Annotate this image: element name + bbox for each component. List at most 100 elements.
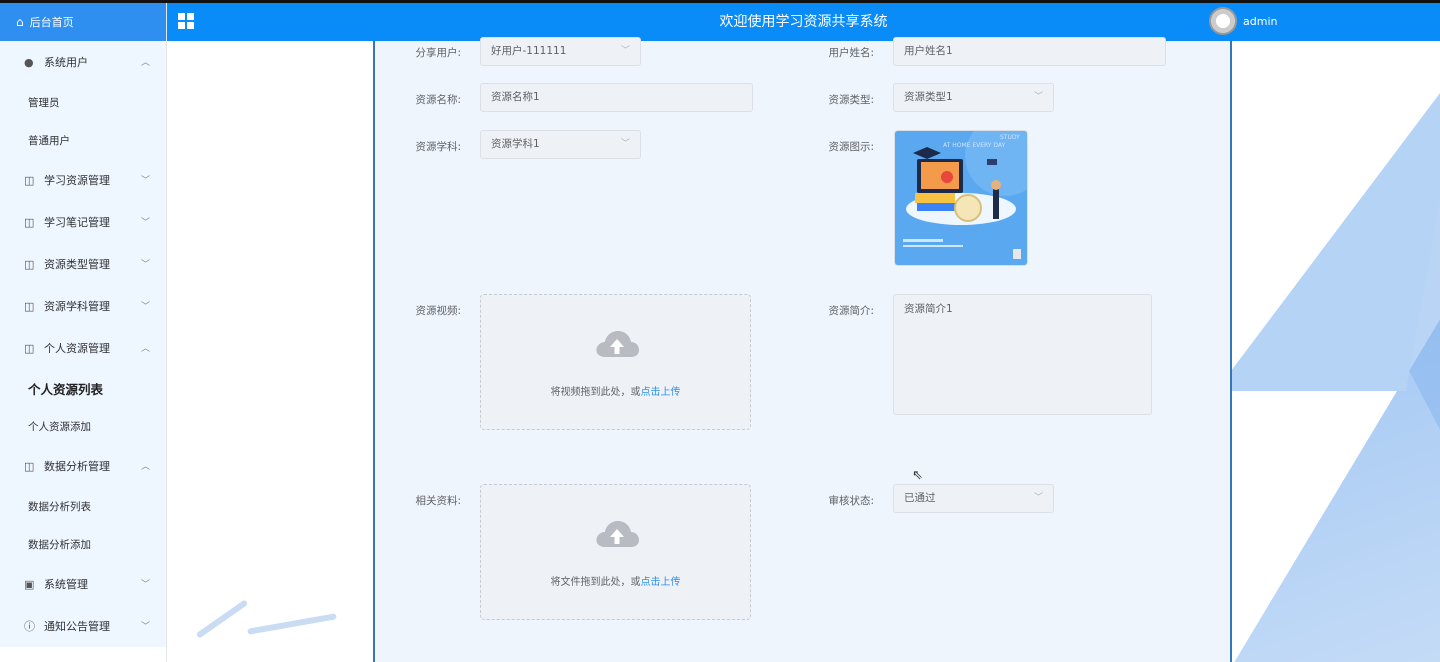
folder-icon: ◫ bbox=[24, 459, 35, 473]
user-name-input[interactable]: 用户姓名1 bbox=[893, 37, 1166, 66]
share-user-value: 好用户-111111 bbox=[491, 45, 567, 57]
study-illustration: STUDY AT HOME EVERY DAY bbox=[895, 131, 1027, 265]
sidebar-home-label: 后台首页 bbox=[29, 16, 74, 29]
background-stroke bbox=[195, 599, 249, 639]
sidebar-group-label: 通知公告管理 bbox=[44, 620, 110, 633]
video-upload-text: 将视频拖到此处，或点击上传 bbox=[481, 383, 750, 398]
image-text-line1: STUDY bbox=[1000, 134, 1020, 141]
file-upload-link[interactable]: 点击上传 bbox=[641, 577, 681, 588]
sidebar-item-personal-resource-list[interactable]: 个人资源列表 bbox=[0, 369, 166, 407]
sidebar-group-label: 系统用户 bbox=[44, 56, 88, 69]
folder-icon: ◫ bbox=[24, 257, 35, 271]
resource-type-select[interactable]: 资源类型1 ﹀ bbox=[893, 83, 1054, 112]
resource-intro-label: 资源简介: bbox=[828, 305, 874, 317]
sidebar-group-personal-resources[interactable]: ◫ 个人资源管理 ︿ bbox=[0, 327, 166, 369]
upload-hint: 将视频拖到此处，或 bbox=[550, 387, 641, 398]
sidebar-item-data-analysis-add[interactable]: 数据分析添加 bbox=[0, 525, 166, 563]
file-upload-text: 将文件拖到此处，或点击上传 bbox=[481, 573, 750, 588]
folder-icon: ◫ bbox=[24, 299, 35, 313]
chevron-down-icon: ﹀ bbox=[140, 302, 150, 312]
sidebar-item-normal-user[interactable]: 普通用户 bbox=[0, 121, 166, 159]
resource-subject-label: 资源学科: bbox=[415, 141, 461, 153]
resource-name-input[interactable]: 资源名称1 bbox=[480, 83, 753, 112]
sidebar-item-label: 数据分析列表 bbox=[28, 500, 91, 513]
sidebar: ⌂ 后台首页 ● 系统用户 ︿ 管理员 普通用户 ◫ 学习资源管理 ﹀ ◫ 学习… bbox=[0, 3, 167, 662]
picture-icon: ▣ bbox=[24, 577, 35, 591]
sidebar-group-data-analysis[interactable]: ◫ 数据分析管理 ︿ bbox=[0, 445, 166, 487]
related-material-label: 相关资料: bbox=[415, 495, 461, 507]
sidebar-item-label: 个人资源列表 bbox=[28, 381, 104, 397]
sidebar-group-learning-notes[interactable]: ◫ 学习笔记管理 ﹀ bbox=[0, 201, 166, 243]
upload-cloud-icon bbox=[596, 521, 639, 547]
video-upload-dropzone[interactable]: 将视频拖到此处，或点击上传 bbox=[480, 294, 751, 430]
background-decoration bbox=[1215, 61, 1440, 391]
user-icon: ● bbox=[24, 55, 34, 69]
folder-icon: ◫ bbox=[24, 173, 35, 187]
share-user-select[interactable]: 好用户-111111 ﹀ bbox=[480, 37, 641, 66]
mouse-cursor-icon: ⇖ bbox=[912, 468, 923, 483]
user-name-value: 用户姓名1 bbox=[904, 45, 953, 57]
chevron-up-icon: ︿ bbox=[140, 462, 150, 472]
file-upload-dropzone[interactable]: 将文件拖到此处，或点击上传 bbox=[480, 484, 751, 620]
resource-subject-select[interactable]: 资源学科1 ﹀ bbox=[480, 130, 641, 159]
sidebar-group-label: 个人资源管理 bbox=[44, 342, 110, 355]
resource-type-label: 资源类型: bbox=[828, 94, 874, 106]
chevron-up-icon: ︿ bbox=[140, 344, 150, 354]
upload-hint: 将文件拖到此处，或 bbox=[550, 577, 641, 588]
chevron-down-icon: ﹀ bbox=[1033, 493, 1043, 503]
resource-intro-value: 资源简介1 bbox=[904, 303, 953, 315]
chevron-down-icon: ﹀ bbox=[140, 580, 150, 590]
background-stroke bbox=[247, 613, 337, 635]
resource-image-thumbnail[interactable]: STUDY AT HOME EVERY DAY bbox=[894, 130, 1028, 266]
sidebar-item-label: 个人资源添加 bbox=[28, 420, 91, 433]
chevron-down-icon: ﹀ bbox=[140, 218, 150, 228]
sidebar-group-label: 学习笔记管理 bbox=[44, 216, 110, 229]
user-name[interactable]: admin bbox=[1243, 3, 1277, 41]
sidebar-group-resource-subjects[interactable]: ◫ 资源学科管理 ﹀ bbox=[0, 285, 166, 327]
resource-name-label: 资源名称: bbox=[415, 94, 461, 106]
image-text-line2: AT HOME EVERY DAY bbox=[943, 142, 1006, 149]
resource-image-label: 资源图示: bbox=[828, 141, 874, 153]
edit-form-panel: 分享用户: 好用户-111111 ﹀ 用户姓名: 用户姓名1 资源名称: 资源名… bbox=[373, 37, 1232, 662]
chevron-down-icon: ﹀ bbox=[140, 260, 150, 270]
sidebar-item-admin[interactable]: 管理员 bbox=[0, 83, 166, 121]
sidebar-group-system-management[interactable]: ▣ 系统管理 ﹀ bbox=[0, 563, 166, 605]
sidebar-item-label: 管理员 bbox=[28, 96, 60, 109]
sidebar-group-label: 资源学科管理 bbox=[44, 300, 110, 313]
share-user-label: 分享用户: bbox=[415, 47, 461, 59]
sidebar-item-label: 数据分析添加 bbox=[28, 538, 91, 551]
video-upload-link[interactable]: 点击上传 bbox=[641, 387, 681, 398]
avatar[interactable] bbox=[1209, 7, 1237, 35]
audit-status-value: 已通过 bbox=[904, 492, 936, 504]
resource-intro-textarea[interactable]: 资源简介1 bbox=[893, 294, 1152, 415]
resource-name-value: 资源名称1 bbox=[491, 91, 540, 103]
resource-subject-value: 资源学科1 bbox=[491, 138, 540, 150]
sidebar-item-personal-resource-add[interactable]: 个人资源添加 bbox=[0, 407, 166, 445]
chevron-up-icon: ︿ bbox=[140, 58, 150, 68]
chevron-down-icon: ﹀ bbox=[140, 176, 150, 186]
folder-icon: ◫ bbox=[24, 215, 35, 229]
resource-type-value: 资源类型1 bbox=[904, 91, 953, 103]
audit-status-select[interactable]: 已通过 ﹀ bbox=[893, 484, 1054, 513]
user-name-label: 用户姓名: bbox=[828, 47, 874, 59]
resource-video-label: 资源视频: bbox=[415, 305, 461, 317]
sidebar-group-label: 系统管理 bbox=[44, 578, 88, 591]
chevron-down-icon: ﹀ bbox=[140, 622, 150, 632]
sidebar-item-home[interactable]: ⌂ 后台首页 bbox=[0, 3, 166, 41]
sidebar-item-label: 普通用户 bbox=[28, 134, 70, 147]
folder-icon: ◫ bbox=[24, 341, 35, 355]
upload-cloud-icon bbox=[596, 331, 639, 357]
audit-status-label: 审核状态: bbox=[828, 495, 874, 507]
sidebar-group-label: 资源类型管理 bbox=[44, 258, 110, 271]
sidebar-group-label: 学习资源管理 bbox=[44, 174, 110, 187]
sidebar-group-learning-resources[interactable]: ◫ 学习资源管理 ﹀ bbox=[0, 159, 166, 201]
chevron-down-icon: ﹀ bbox=[1033, 92, 1043, 102]
sidebar-item-data-analysis-list[interactable]: 数据分析列表 bbox=[0, 487, 166, 525]
sidebar-group-system-users[interactable]: ● 系统用户 ︿ bbox=[0, 41, 166, 83]
info-icon: ⓘ bbox=[24, 620, 35, 633]
chevron-down-icon: ﹀ bbox=[620, 139, 630, 149]
sidebar-group-resource-types[interactable]: ◫ 资源类型管理 ﹀ bbox=[0, 243, 166, 285]
chevron-down-icon: ﹀ bbox=[620, 46, 630, 56]
sidebar-group-notices[interactable]: ⓘ 通知公告管理 ﹀ bbox=[0, 605, 166, 647]
top-header: 欢迎使用学习资源共享系统 admin bbox=[167, 3, 1440, 41]
